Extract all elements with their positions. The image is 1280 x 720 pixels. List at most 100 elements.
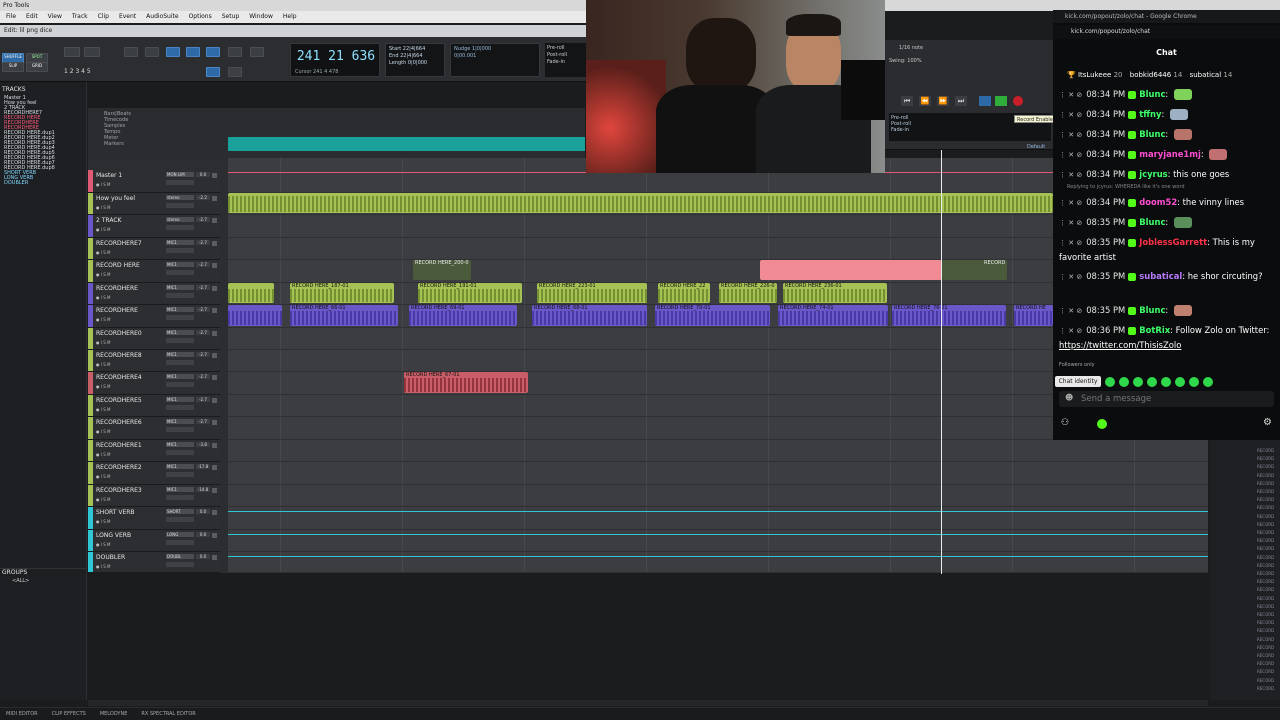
track-output[interactable] — [166, 203, 194, 208]
menu-edit[interactable]: Edit — [26, 11, 38, 23]
track-buttons[interactable]: ● I S M — [96, 384, 156, 389]
record-enable-icon[interactable] — [212, 375, 217, 380]
emote-icon[interactable] — [1161, 377, 1171, 387]
track-input[interactable]: MIC1 — [166, 352, 194, 357]
record-enable-icon[interactable] — [212, 196, 217, 201]
track-volume[interactable]: 0.0 — [196, 532, 210, 537]
audio-clip[interactable]: RECORD HERE_236-01 — [783, 283, 887, 303]
record-enable-icon[interactable] — [212, 308, 217, 313]
zoom-in-icon[interactable] — [64, 47, 80, 57]
track-name[interactable]: RECORDHERE2 — [96, 464, 142, 471]
track-name[interactable]: 2 TRACK — [96, 217, 121, 224]
track-header[interactable]: RECORDHERE4 ● I S M MIC1 -2.7 — [88, 372, 220, 395]
audio-clip[interactable]: RECORD — [942, 260, 1007, 280]
pin-icon[interactable]: ⋮ ✕ ⊘ — [1059, 111, 1082, 119]
audio-clip[interactable]: RECORD HERE_69-01 — [409, 305, 517, 326]
rewind-icon[interactable]: ⏪ — [919, 96, 931, 106]
stop-icon[interactable] — [979, 96, 991, 106]
chrome-url-bar[interactable]: kick.com/popout/zolo/chat — [1053, 25, 1280, 39]
twitter-link[interactable]: https://twitter.com/ThisisZolo — [1059, 340, 1181, 350]
track-volume[interactable]: -14.8 — [196, 487, 210, 492]
track-output[interactable] — [166, 225, 194, 230]
track-input[interactable]: MIC1 — [166, 240, 194, 245]
record-icon[interactable] — [1013, 96, 1023, 106]
leader-name[interactable]: ItsLukeee — [1078, 71, 1111, 79]
track-buttons[interactable]: ● I S M — [96, 272, 156, 277]
track-header[interactable]: RECORDHERE2 ● I S M MIC1 -17.8 — [88, 462, 220, 485]
audio-clip[interactable]: RECORD HERE_200-0 — [413, 260, 471, 280]
audio-clip[interactable]: RECORD HERE_226-0 — [719, 283, 777, 303]
track-input[interactable]: MON LIM — [166, 172, 194, 177]
marker-ruler-strip[interactable] — [228, 137, 585, 151]
emote-icon[interactable] — [1175, 377, 1185, 387]
pin-icon[interactable]: ⋮ ✕ ⊘ — [1059, 219, 1082, 227]
pin-icon[interactable]: ⋮ ✕ ⊘ — [1059, 199, 1082, 207]
record-enable-icon[interactable] — [212, 241, 217, 246]
track-output[interactable] — [166, 382, 194, 387]
track-buttons[interactable]: ● I S M — [96, 182, 156, 187]
grabber-tool-icon[interactable] — [206, 47, 220, 57]
record-enable-icon[interactable] — [212, 510, 217, 515]
track-volume[interactable]: -2.7 — [196, 352, 210, 357]
track-header[interactable]: LONG VERB ● I S M LONG 0.0 — [88, 530, 220, 552]
selector-tool-icon[interactable] — [186, 47, 200, 57]
leader-name[interactable]: subatical — [1190, 71, 1222, 79]
record-enable-icon[interactable] — [212, 465, 217, 470]
postroll-label[interactable]: Post-roll — [547, 52, 588, 59]
track-volume[interactable]: -17.8 — [196, 464, 210, 469]
menu-clip[interactable]: Clip — [98, 11, 109, 23]
track-buttons[interactable]: ● I S M — [96, 452, 156, 457]
audio-clip[interactable]: RECORD HERE_67-01 — [404, 372, 528, 393]
record-enable-icon[interactable] — [212, 218, 217, 223]
record-enable-icon[interactable] — [212, 420, 217, 425]
track-volume[interactable]: -2.7 — [196, 419, 210, 424]
track-header[interactable]: DOUBLER ● I S M DOUBL 0.0 — [88, 552, 220, 573]
track-output[interactable] — [166, 248, 194, 253]
track-output[interactable] — [166, 180, 194, 185]
track-header[interactable]: SHORT VERB ● I S M SHORT 0.0 — [88, 507, 220, 530]
menu-view[interactable]: View — [48, 11, 62, 23]
record-enable-icon[interactable] — [212, 443, 217, 448]
track-input[interactable]: SHORT — [166, 509, 194, 514]
track-buttons[interactable]: ● I S M — [96, 542, 156, 547]
groups-all-item[interactable]: <ALL> — [12, 578, 29, 584]
track-input[interactable]: MIC1 — [166, 419, 194, 424]
users-icon[interactable]: ⚇ — [1061, 418, 1069, 428]
message-username[interactable]: maryjane1mj — [1139, 149, 1201, 159]
audio-clip[interactable] — [228, 305, 282, 326]
pin-icon[interactable]: ⋮ ✕ ⊘ — [1059, 273, 1082, 281]
emote-icon[interactable] — [1119, 377, 1129, 387]
emote-icon[interactable] — [1105, 377, 1115, 387]
selection-start-end[interactable]: Start 22|4|664 End 22|4|664 Length 0|0|0… — [385, 43, 445, 77]
main-counter[interactable]: 241 21 636 Cursor 241 4 478 — [290, 43, 380, 77]
emote-icon[interactable] — [1203, 377, 1213, 387]
track-header[interactable]: RECORDHERE7 ● I S M MIC1 -2.7 — [88, 238, 220, 260]
menu-track[interactable]: Track — [72, 11, 88, 23]
track-input[interactable]: MIC1 — [166, 397, 194, 402]
track-name[interactable]: RECORDHERE — [96, 285, 138, 292]
pin-icon[interactable]: ⋮ ✕ ⊘ — [1059, 171, 1082, 179]
track-buttons[interactable]: ● I S M — [96, 362, 156, 367]
groups-list-header[interactable]: GROUPS — [0, 568, 87, 576]
track-volume[interactable]: 0.0 — [196, 509, 210, 514]
track-volume[interactable]: 0.0 — [196, 554, 210, 559]
track-name[interactable]: DOUBLER — [96, 554, 125, 561]
grid-nudge-values[interactable]: Nudge 1|0|000 0|00.001 — [450, 43, 540, 77]
track-name[interactable]: RECORDHERE0 — [96, 330, 142, 337]
record-enable-icon[interactable] — [212, 286, 217, 291]
tab-melodyne[interactable]: MELODYNE — [100, 708, 128, 720]
track-input[interactable]: MIC1 — [166, 442, 194, 447]
track-input[interactable]: stereo — [166, 195, 194, 200]
track-output[interactable] — [166, 338, 194, 343]
track-output[interactable] — [166, 360, 194, 365]
menu-event[interactable]: Event — [119, 11, 136, 23]
track-input[interactable]: MIC1 — [166, 464, 194, 469]
pencil-tool-icon[interactable] — [250, 47, 264, 57]
track-buttons[interactable]: ● I S M — [96, 519, 156, 524]
track-header[interactable]: RECORDHERE1 ● I S M MIC1 -3.8 — [88, 440, 220, 462]
audio-clip[interactable]: RECORD HERE_74-01 — [778, 305, 888, 326]
slip-mode-button[interactable]: SLIP — [2, 62, 24, 72]
grid-value[interactable]: 1/16 note — [899, 45, 923, 51]
menu-options[interactable]: Options — [189, 11, 212, 23]
kick-icon[interactable] — [1097, 419, 1107, 429]
